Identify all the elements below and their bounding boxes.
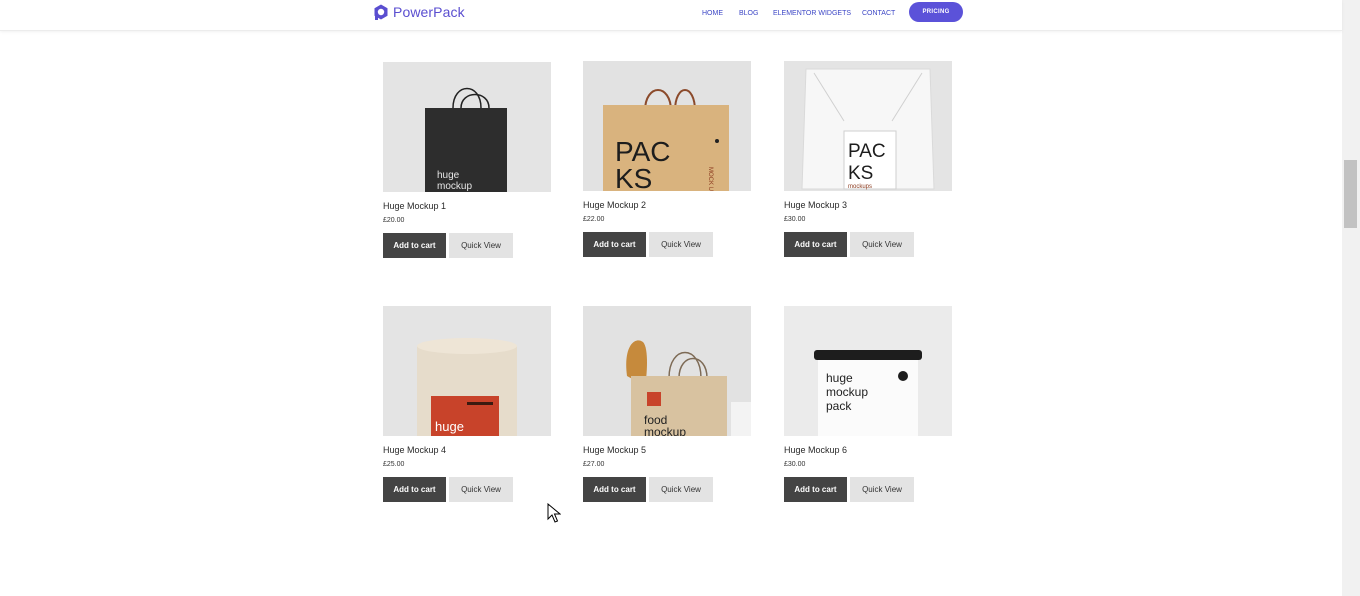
brand-name: PowerPack [393, 4, 465, 20]
nav-contact[interactable]: CONTACT [862, 10, 895, 17]
product-card: PAC KS MOCK UPS Huge Mockup 2 £22.00 Add… [583, 61, 753, 257]
product-card: PAC KS mockups Huge Mockup 3 £30.00 Add … [784, 61, 954, 257]
brand-logo[interactable]: PowerPack [372, 3, 465, 21]
product-title[interactable]: Huge Mockup 4 [383, 445, 553, 455]
product-card: food mockup Huge Mockup 5 £27.00 Add to … [583, 306, 753, 502]
nav-blog[interactable]: BLOG [739, 10, 758, 17]
quick-view-button[interactable]: Quick View [649, 232, 713, 257]
svg-text:MOCK UPS: MOCK UPS [707, 167, 713, 191]
svg-text:PAC: PAC [848, 141, 886, 162]
product-price: £27.00 [583, 461, 605, 468]
product-card: huge mockup pack Huge Mockup 6 £30.00 Ad… [784, 306, 954, 502]
product-image-kraft-bag[interactable]: PAC KS MOCK UPS [583, 61, 751, 191]
svg-text:mockup: mockup [644, 425, 686, 436]
product-price: £30.00 [784, 461, 806, 468]
product-price: £20.00 [383, 217, 405, 224]
svg-text:huge: huge [826, 371, 853, 385]
scrollbar-track[interactable] [1342, 0, 1360, 596]
product-image-black-bag[interactable]: huge mockup [383, 62, 551, 192]
site-header: PowerPack HOME BLOG ELEMENTOR WIDGETS CO… [0, 0, 1342, 31]
svg-text:mockup: mockup [437, 181, 472, 192]
product-title[interactable]: Huge Mockup 3 [784, 200, 954, 210]
svg-text:KS: KS [848, 163, 873, 184]
add-to-cart-button[interactable]: Add to cart [583, 232, 646, 257]
powerpack-logo-icon [374, 4, 388, 20]
product-title[interactable]: Huge Mockup 6 [784, 445, 954, 455]
nav-home[interactable]: HOME [702, 10, 723, 17]
product-image-bread-bag[interactable]: food mockup [583, 306, 751, 436]
svg-text:mockups: mockups [848, 184, 872, 190]
product-title[interactable]: Huge Mockup 1 [383, 201, 553, 211]
product-price: £25.00 [383, 461, 405, 468]
product-card: huge mockup Huge Mockup 1 £20.00 Add to … [383, 62, 553, 258]
add-to-cart-button[interactable]: Add to cart [383, 477, 446, 502]
quick-view-button[interactable]: Quick View [649, 477, 713, 502]
svg-text:huge: huge [435, 419, 464, 434]
scrollbar-thumb[interactable] [1344, 160, 1357, 228]
product-image-kraft-tube[interactable]: huge [383, 306, 551, 436]
svg-text:pack: pack [826, 399, 852, 413]
product-image-tin-box[interactable]: huge mockup pack [784, 306, 952, 436]
svg-text:KS: KS [615, 163, 652, 191]
quick-view-button[interactable]: Quick View [850, 232, 914, 257]
quick-view-button[interactable]: Quick View [449, 477, 513, 502]
product-image-drawstring-bag[interactable]: PAC KS mockups [784, 61, 952, 191]
quick-view-button[interactable]: Quick View [449, 233, 513, 258]
add-to-cart-button[interactable]: Add to cart [583, 477, 646, 502]
add-to-cart-button[interactable]: Add to cart [784, 477, 847, 502]
svg-text:huge: huge [437, 170, 460, 181]
add-to-cart-button[interactable]: Add to cart [784, 232, 847, 257]
quick-view-button[interactable]: Quick View [850, 477, 914, 502]
product-card: huge Huge Mockup 4 £25.00 Add to cart Qu… [383, 306, 553, 502]
product-price: £22.00 [583, 216, 605, 223]
add-to-cart-button[interactable]: Add to cart [383, 233, 446, 258]
product-title[interactable]: Huge Mockup 5 [583, 445, 753, 455]
product-title[interactable]: Huge Mockup 2 [583, 200, 753, 210]
pricing-button[interactable]: PRICING [909, 2, 963, 22]
product-price: £30.00 [784, 216, 806, 223]
mouse-cursor-icon [547, 503, 561, 523]
nav-elementor-widgets[interactable]: ELEMENTOR WIDGETS [773, 10, 851, 17]
svg-text:mockup: mockup [826, 385, 868, 399]
